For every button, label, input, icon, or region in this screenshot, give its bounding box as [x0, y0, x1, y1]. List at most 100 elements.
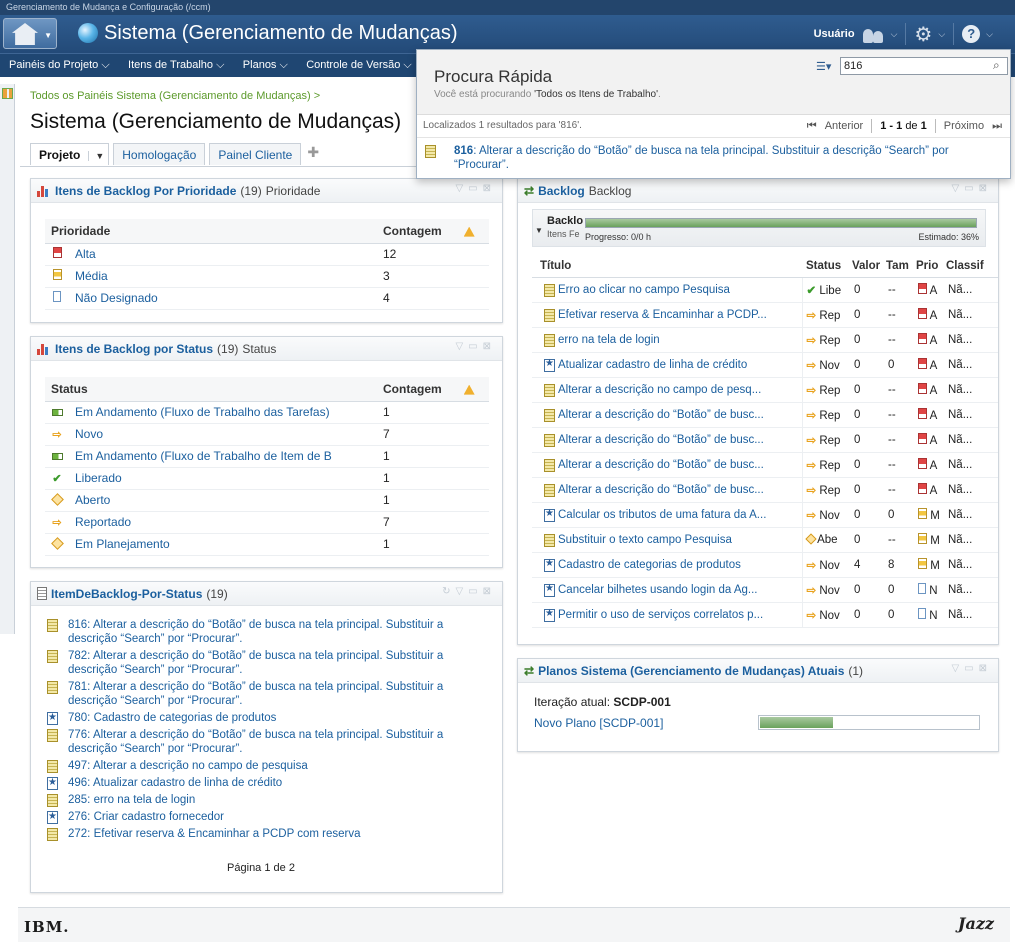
widget-controls[interactable]: ▽▭⊠	[951, 183, 992, 194]
arrow-icon: ⇨	[806, 559, 817, 572]
table-row[interactable]: Média 3	[45, 265, 489, 288]
plan-link[interactable]: Novo Plano [SCDP-001]	[534, 716, 663, 730]
ibm-logo: IBM.	[24, 918, 70, 936]
priority-high-icon	[918, 432, 927, 444]
search-result-item[interactable]: 816: Alterar a descrição do “Botão” de b…	[425, 144, 985, 172]
table-row[interactable]: Alterar a descrição no campo de pesq... ⇨…	[532, 377, 998, 403]
quick-search-popup: Procura Rápida Você está procurando 'Tod…	[416, 49, 1011, 179]
chevron-down-icon[interactable]: ⌵	[938, 29, 945, 40]
search-scope-dropdown[interactable]: ☰▾	[816, 60, 831, 73]
work-item-icon	[544, 333, 555, 347]
warning-icon	[463, 226, 475, 237]
tab-projeto[interactable]: Projeto ▼	[30, 143, 110, 165]
backlog-table: Título Status Valor Tam Prio Classif Err…	[532, 255, 998, 628]
table-row[interactable]: Alterar a descrição do “Botão” de busc..…	[532, 452, 998, 478]
search-input[interactable]: 816	[840, 57, 1008, 75]
backlog-icon: ⇄	[524, 183, 535, 198]
list-icon: ☰	[816, 61, 826, 73]
new-arrow-icon: ⇨	[52, 429, 62, 441]
work-item-icon	[544, 533, 555, 547]
widget-controls[interactable]: ▽▭⊠	[455, 183, 496, 194]
search-icon[interactable]: ⌕	[993, 58, 1000, 73]
list-item[interactable]: 776: Alterar a descrição do “Botão” de b…	[47, 728, 477, 756]
home-menu-button[interactable]: ▼	[3, 18, 57, 49]
list-item[interactable]: 816: Alterar a descrição do “Botão” de b…	[47, 618, 477, 646]
priority-high-icon	[918, 357, 927, 369]
table-row[interactable]: Cadastro de categorias de produtos⇨ Nov4…	[532, 552, 998, 578]
dashboard-tabs: Projeto ▼ Homologação Painel Cliente ✚	[30, 143, 319, 165]
table-row[interactable]: Erro ao clicar no campo Pesquisa ✔ Libe 0-…	[532, 277, 998, 303]
table-row[interactable]: Em Planejamento 1	[45, 533, 489, 556]
table-row[interactable]: Alterar a descrição do “Botão” de busc..…	[532, 477, 998, 503]
table-row[interactable]: Cancelar bilhetes usando login da Ag...⇨…	[532, 577, 998, 603]
table-row[interactable]: ⇨ Novo 7	[45, 423, 489, 446]
left-sidebar-collapsed[interactable]	[0, 84, 15, 634]
first-page-icon[interactable]: ⏮	[807, 120, 817, 133]
list-item[interactable]: 285: erro na tela de login	[47, 793, 477, 807]
breadcrumb[interactable]: Todos os Painéis Sistema (Gerenciamento …	[30, 90, 320, 102]
table-row[interactable]: Calcular os tributos de uma fatura da A.…	[532, 502, 998, 528]
widget-header: Itens de Backlog por Status (19) Status …	[31, 337, 502, 361]
table-row[interactable]: Atualizar cadastro de linha de crédito⇨ …	[532, 352, 998, 378]
table-row[interactable]: erro na tela de login ⇨ Rep 0 -- A Nã...	[532, 327, 998, 353]
work-item-icon	[544, 458, 555, 472]
backlog-group-header[interactable]: ▼ Backlo Itens Fe Progresso: 0/0 h Estim…	[532, 209, 986, 247]
chevron-down-icon[interactable]: ▼	[88, 151, 104, 161]
priority-high-icon	[918, 382, 927, 394]
arrow-icon: ⇨	[806, 609, 817, 622]
menu-source-control[interactable]: Controle de Versão ⌵	[306, 54, 412, 77]
menu-work-items[interactable]: Itens de Trabalho ⌵	[128, 54, 224, 77]
table-row[interactable]: Alterar a descrição do “Botão” de busc..…	[532, 402, 998, 428]
home-icon	[12, 23, 38, 45]
priority-high-icon	[918, 407, 927, 419]
menu-plans[interactable]: Planos ⌵	[243, 54, 288, 77]
add-tab-icon[interactable]: ✚	[307, 144, 319, 161]
table-row[interactable]: Em Andamento (Fluxo de Trabalho das Tare…	[45, 401, 489, 424]
arrow-icon: ⇨	[806, 509, 817, 522]
table-row[interactable]: Alta 12	[45, 243, 489, 266]
previous-button[interactable]: Anterior	[825, 120, 864, 132]
collapse-triangle-icon[interactable]: ▼	[535, 226, 543, 235]
col-header-count: Contagem	[377, 219, 489, 244]
table-row[interactable]: Substituir o texto campo Pesquisa Abe 0 --…	[532, 527, 998, 553]
users-icon[interactable]	[862, 25, 885, 43]
table-row[interactable]: ⇨ Reportado 7	[45, 511, 489, 534]
table-row[interactable]: Em Andamento (Fluxo de Trabalho de Item …	[45, 445, 489, 468]
list-item[interactable]: 496: Atualizar cadastro de linha de créd…	[47, 776, 477, 790]
work-item-icon	[544, 358, 555, 372]
open-diamond-icon	[50, 493, 64, 507]
work-item-icon	[544, 433, 555, 447]
gear-icon[interactable]: ⚙	[914, 22, 932, 47]
next-button[interactable]: Próximo	[944, 120, 984, 132]
list-item[interactable]: 782: Alterar a descrição do “Botão” de b…	[47, 649, 477, 677]
menu-project-dashboards[interactable]: Painéis do Projeto ⌵	[9, 54, 110, 77]
page-title: Sistema (Gerenciamento de Mudanças)	[30, 110, 402, 133]
table-row[interactable]: Não Designado 4	[45, 287, 489, 310]
list-item[interactable]: 497: Alterar a descrição no campo de pes…	[47, 759, 477, 773]
tab-homologacao[interactable]: Homologação	[113, 143, 206, 165]
priority-medium-icon	[918, 557, 927, 569]
list-item[interactable]: 780: Cadastro de categorias de produtos	[47, 711, 477, 725]
chevron-down-icon[interactable]: ⌵	[891, 29, 898, 40]
table-row[interactable]: ✔ Liberado 1	[45, 467, 489, 490]
priority-high-icon	[51, 247, 63, 261]
work-item-icon	[544, 283, 555, 297]
user-menu[interactable]: Usuário	[814, 28, 855, 40]
table-row[interactable]: Alterar a descrição do “Botão” de busc..…	[532, 427, 998, 453]
table-row[interactable]: Aberto 1	[45, 489, 489, 512]
widget-header: ⇄ Backlog Backlog ▽▭⊠	[518, 179, 998, 203]
list-item[interactable]: 272: Efetivar reserva & Encaminhar a PCD…	[47, 827, 477, 841]
widget-controls[interactable]: ↻▽▭⊠	[442, 586, 496, 597]
list-item[interactable]: 276: Criar cadastro fornecedor	[47, 810, 477, 824]
list-item[interactable]: 781: Alterar a descrição do “Botão” de b…	[47, 680, 477, 708]
widget-controls[interactable]: ▽▭⊠	[951, 663, 992, 674]
help-icon[interactable]: ?	[962, 25, 981, 43]
tab-painel-cliente[interactable]: Painel Cliente	[209, 143, 302, 165]
last-page-icon[interactable]: ⏭	[992, 120, 1002, 133]
chevron-down-icon[interactable]: ⌵	[986, 29, 993, 40]
widget-controls[interactable]: ▽▭⊠	[455, 341, 496, 352]
table-row[interactable]: Permitir o uso de serviços correlatos p.…	[532, 602, 998, 628]
table-row[interactable]: Efetivar reserva & Encaminhar a PCDP... ⇨…	[532, 302, 998, 328]
dashboard-grid-icon[interactable]	[2, 88, 13, 99]
app-title: Sistema (Gerenciamento de Mudanças)	[104, 22, 458, 44]
